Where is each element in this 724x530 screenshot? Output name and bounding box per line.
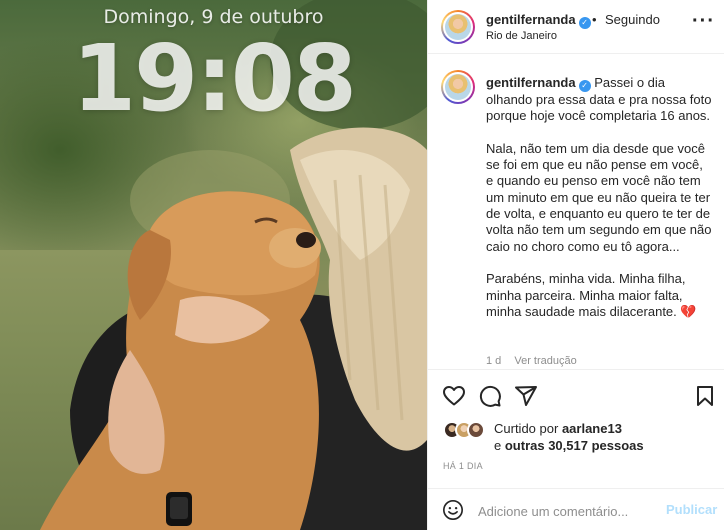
likes-summary: Curtido por aarlane13 e outras 30,517 pe…: [428, 419, 724, 459]
location-link[interactable]: Rio de Janeiro: [486, 30, 557, 42]
caption-time[interactable]: 1 d: [486, 355, 501, 367]
likes-prefix: Curtido por: [494, 421, 559, 436]
comment-input[interactable]: [478, 501, 658, 521]
following-button[interactable]: Seguindo: [605, 12, 660, 27]
liker-avatar[interactable]: [467, 421, 485, 439]
post-timestamp[interactable]: HÁ 1 DIA: [443, 461, 483, 471]
avatar[interactable]: [441, 10, 475, 44]
action-bar: [428, 369, 724, 419]
comment-icon[interactable]: [478, 384, 502, 408]
post-photo[interactable]: Domingo, 9 de outubro 19:08: [0, 0, 427, 530]
translate-link[interactable]: Ver tradução: [514, 355, 576, 367]
verified-badge-icon: ✓: [578, 80, 591, 92]
liker-avatars[interactable]: [443, 421, 489, 441]
header-username[interactable]: gentilfernanda: [486, 12, 576, 27]
likes-text: Curtido por aarlane13 e outras 30,517 pe…: [494, 421, 694, 454]
broken-heart-emoji: 💔: [680, 303, 697, 319]
publish-button[interactable]: Publicar: [666, 502, 717, 517]
heart-icon[interactable]: [442, 384, 466, 408]
caption-paragraph-3: Parabéns, minha vida. Minha filha, minha…: [486, 271, 686, 319]
liker-username[interactable]: aarlane13: [562, 421, 622, 436]
paper-plane-icon[interactable]: [514, 384, 538, 408]
caption-paragraph-2: Nala, não tem um dia desde que você se f…: [486, 140, 712, 254]
verified-badge-icon: ✓: [578, 17, 591, 29]
caption-area: gentilfernanda ✓ Passei o dia olhando pra…: [428, 55, 724, 369]
comment-box: Publicar: [428, 488, 724, 530]
caption-text: gentilfernanda ✓ Passei o dia olhando pra…: [486, 75, 712, 320]
emoji-icon[interactable]: [442, 499, 464, 521]
likes-conjunction: e: [494, 437, 502, 453]
separator-dot: •: [592, 12, 597, 27]
post-header: gentilfernanda ✓ • Seguindo Rio de Janeir…: [428, 0, 724, 54]
caption-username[interactable]: gentilfernanda: [486, 75, 576, 90]
post-side-panel: gentilfernanda ✓ • Seguindo Rio de Janeir…: [427, 0, 724, 530]
likes-others-count[interactable]: outras 30,517 pessoas: [505, 438, 644, 453]
caption-avatar[interactable]: [441, 70, 475, 104]
more-horizontal-icon[interactable]: ···: [692, 11, 715, 31]
bookmark-icon[interactable]: [693, 384, 717, 408]
lockscreen-time: 19:08: [72, 25, 357, 132]
header-username-link[interactable]: gentilfernanda ✓: [486, 12, 591, 29]
caption-meta: 1 d Ver tradução: [486, 355, 587, 367]
